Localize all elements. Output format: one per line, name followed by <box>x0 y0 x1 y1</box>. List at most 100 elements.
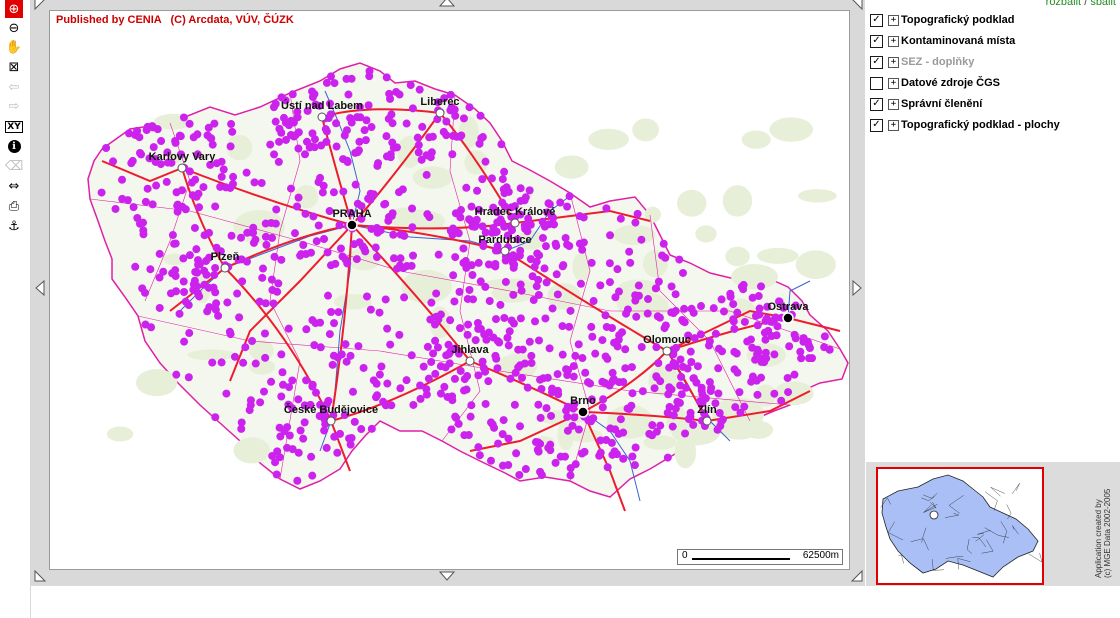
contaminated-site-marker[interactable] <box>152 181 161 190</box>
contaminated-site-marker[interactable] <box>389 230 398 239</box>
contaminated-site-marker[interactable] <box>474 258 483 267</box>
full-extent-tool[interactable]: ⊠ <box>5 58 23 76</box>
contaminated-site-marker[interactable] <box>402 262 411 271</box>
contaminated-site-marker[interactable] <box>143 184 152 193</box>
contaminated-site-marker[interactable] <box>325 330 334 339</box>
contaminated-site-marker[interactable] <box>146 265 155 274</box>
contaminated-site-marker[interactable] <box>459 258 468 267</box>
contaminated-site-marker[interactable] <box>148 200 157 209</box>
contaminated-site-marker[interactable] <box>481 367 490 376</box>
contaminated-site-marker[interactable] <box>498 461 507 470</box>
contaminated-site-marker[interactable] <box>631 443 640 452</box>
contaminated-site-marker[interactable] <box>276 432 285 441</box>
contaminated-site-marker[interactable] <box>406 81 415 90</box>
contaminated-site-marker[interactable] <box>270 252 279 261</box>
contaminated-site-marker[interactable] <box>422 170 431 179</box>
contaminated-site-marker[interactable] <box>396 384 405 393</box>
contaminated-site-marker[interactable] <box>687 304 696 313</box>
contaminated-site-marker[interactable] <box>753 321 762 330</box>
contaminated-site-marker[interactable] <box>735 388 744 397</box>
contaminated-site-marker[interactable] <box>143 122 152 131</box>
contaminated-site-marker[interactable] <box>493 364 502 373</box>
contaminated-site-marker[interactable] <box>351 180 360 189</box>
contaminated-site-marker[interactable] <box>312 237 321 246</box>
contaminated-site-marker[interactable] <box>302 137 311 146</box>
contaminated-site-marker[interactable] <box>709 304 718 313</box>
contaminated-site-marker[interactable] <box>726 289 735 298</box>
pan-down-left-arrow[interactable] <box>32 568 48 584</box>
contaminated-site-marker[interactable] <box>619 377 628 386</box>
contaminated-site-marker[interactable] <box>770 350 779 359</box>
contaminated-site-marker[interactable] <box>342 357 351 366</box>
contaminated-site-marker[interactable] <box>139 230 148 239</box>
contaminated-site-marker[interactable] <box>558 350 567 359</box>
contaminated-site-marker[interactable] <box>784 388 793 397</box>
contaminated-site-marker[interactable] <box>171 138 180 147</box>
contaminated-site-marker[interactable] <box>697 383 706 392</box>
layer-checkbox[interactable] <box>870 76 883 90</box>
contaminated-site-marker[interactable] <box>533 445 542 454</box>
expand-plus-icon[interactable]: + <box>888 98 899 110</box>
contaminated-site-marker[interactable] <box>510 400 519 409</box>
contaminated-site-marker[interactable] <box>175 309 184 318</box>
expand-all-link[interactable]: rozbalit <box>1046 0 1081 8</box>
contaminated-site-marker[interactable] <box>595 451 604 460</box>
contaminated-site-marker[interactable] <box>261 219 270 228</box>
contaminated-site-marker[interactable] <box>587 322 596 331</box>
contaminated-site-marker[interactable] <box>372 393 381 402</box>
contaminated-site-marker[interactable] <box>538 233 547 242</box>
contaminated-site-marker[interactable] <box>755 304 764 313</box>
contaminated-site-marker[interactable] <box>521 465 530 474</box>
contaminated-site-marker[interactable] <box>540 222 549 231</box>
contaminated-site-marker[interactable] <box>486 456 495 465</box>
contaminated-site-marker[interactable] <box>408 104 417 113</box>
contaminated-site-marker[interactable] <box>535 336 544 345</box>
contaminated-site-marker[interactable] <box>451 209 460 218</box>
contaminated-site-marker[interactable] <box>516 422 525 431</box>
contaminated-site-marker[interactable] <box>803 338 812 347</box>
contaminated-site-marker[interactable] <box>371 243 380 252</box>
contaminated-site-marker[interactable] <box>578 354 587 363</box>
contaminated-site-marker[interactable] <box>539 374 548 383</box>
contaminated-site-marker[interactable] <box>487 174 496 183</box>
contaminated-site-marker[interactable] <box>579 238 588 247</box>
city-marker[interactable] <box>435 108 445 118</box>
contaminated-site-marker[interactable] <box>434 250 443 259</box>
back-tool[interactable]: ⇦ <box>5 78 23 96</box>
city-marker[interactable] <box>662 346 672 356</box>
contaminated-site-marker[interactable] <box>242 168 251 177</box>
contaminated-site-marker[interactable] <box>286 130 295 139</box>
contaminated-site-marker[interactable] <box>605 259 614 268</box>
contaminated-site-marker[interactable] <box>601 379 610 388</box>
contaminated-site-marker[interactable] <box>290 229 299 238</box>
contaminated-site-marker[interactable] <box>565 192 574 201</box>
contaminated-site-marker[interactable] <box>467 261 476 270</box>
contaminated-site-marker[interactable] <box>387 211 396 220</box>
contaminated-site-marker[interactable] <box>462 183 471 192</box>
contaminated-site-marker[interactable] <box>525 337 534 346</box>
contaminated-site-marker[interactable] <box>375 308 384 317</box>
contaminated-site-marker[interactable] <box>452 132 461 141</box>
contaminated-site-marker[interactable] <box>398 185 407 194</box>
contaminated-site-marker[interactable] <box>294 144 303 153</box>
contaminated-site-marker[interactable] <box>603 463 612 472</box>
contaminated-site-marker[interactable] <box>660 324 669 333</box>
contaminated-site-marker[interactable] <box>199 183 208 192</box>
contaminated-site-marker[interactable] <box>517 286 526 295</box>
contaminated-site-marker[interactable] <box>178 186 187 195</box>
contaminated-site-marker[interactable] <box>335 221 344 230</box>
contaminated-site-marker[interactable] <box>219 165 228 174</box>
contaminated-site-marker[interactable] <box>344 90 353 99</box>
contaminated-site-marker[interactable] <box>243 228 252 237</box>
contaminated-site-marker[interactable] <box>589 297 598 306</box>
contaminated-site-marker[interactable] <box>537 384 546 393</box>
contaminated-site-marker[interactable] <box>748 293 757 302</box>
contaminated-site-marker[interactable] <box>261 232 270 241</box>
contaminated-site-marker[interactable] <box>189 133 198 142</box>
contaminated-site-marker[interactable] <box>299 434 308 443</box>
contaminated-site-marker[interactable] <box>102 144 111 153</box>
contaminated-site-marker[interactable] <box>630 461 639 470</box>
contaminated-site-marker[interactable] <box>503 333 512 342</box>
contaminated-site-marker[interactable] <box>484 377 493 386</box>
contaminated-site-marker[interactable] <box>770 389 779 398</box>
